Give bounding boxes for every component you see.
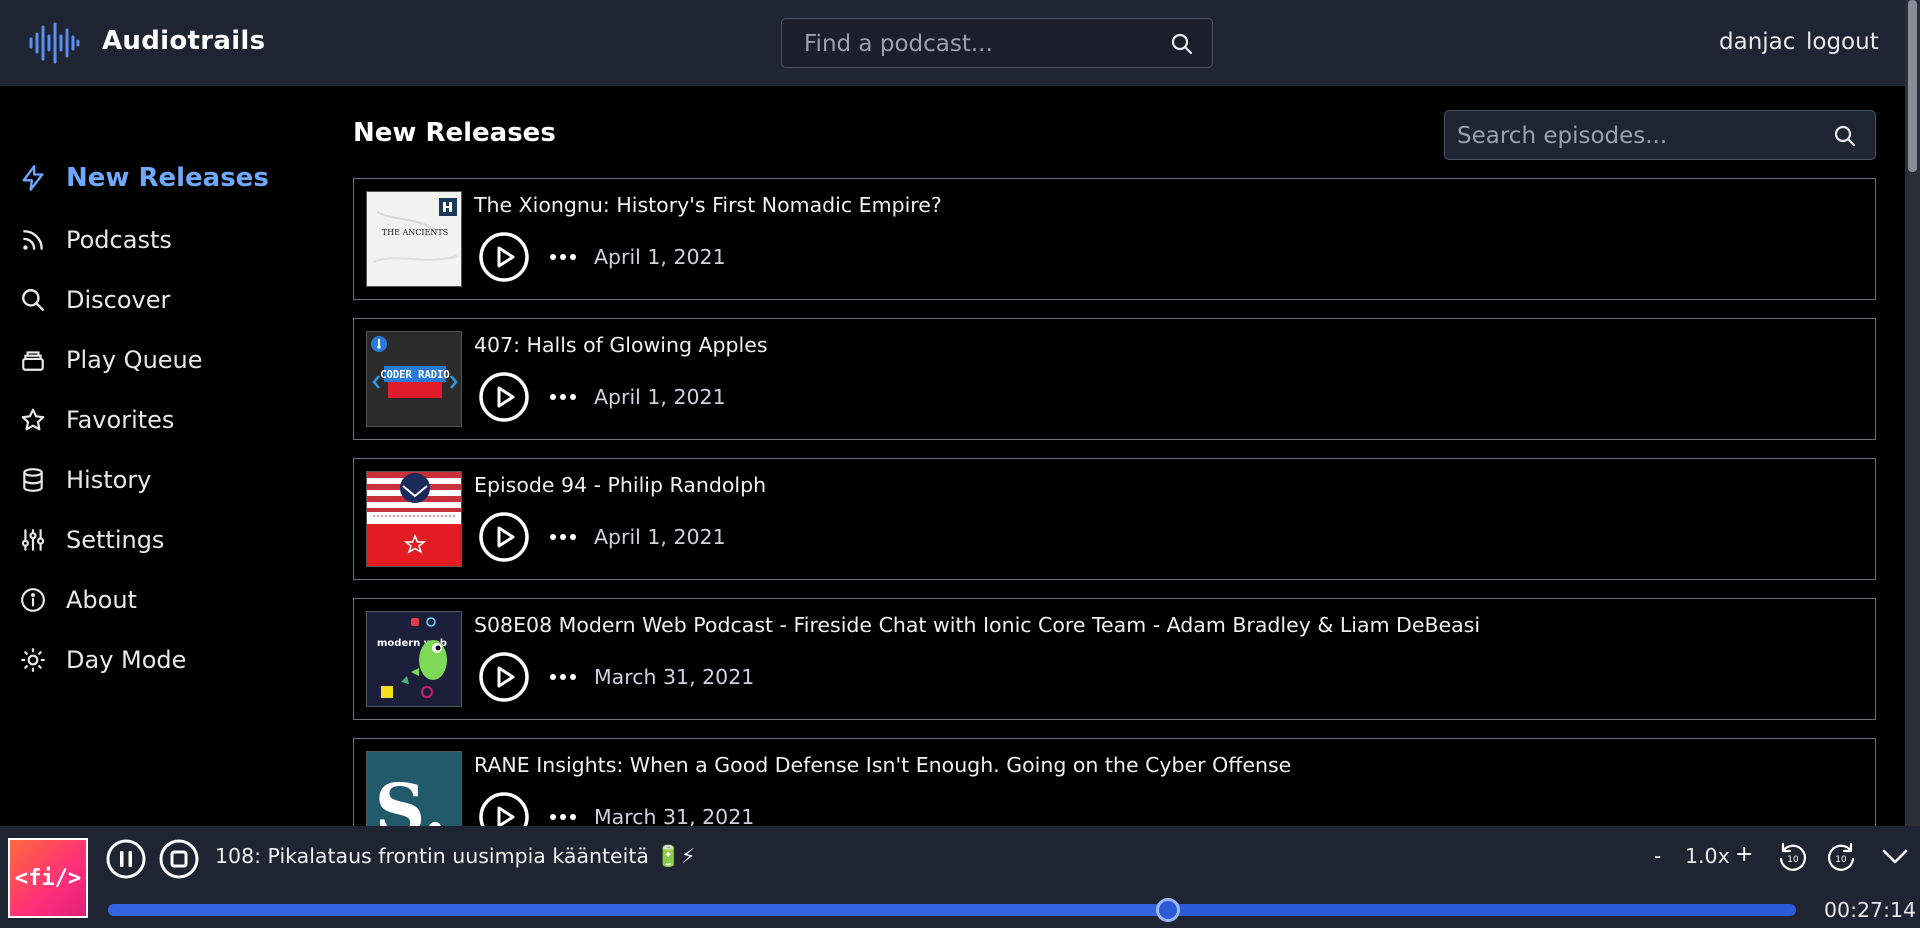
sidebar-item-label: Settings	[66, 526, 165, 554]
lightning-icon	[18, 163, 48, 193]
sidebar-item-new-releases[interactable]: New Releases	[18, 158, 269, 198]
art-text: S.	[375, 768, 447, 826]
episode-card[interactable]: modern web S08E08 Modern Web Podcast - F…	[353, 598, 1876, 720]
podcast-search-input[interactable]	[804, 29, 1164, 59]
sidebar-item-play-queue[interactable]: Play Queue	[18, 340, 203, 380]
episode-date: March 31, 2021	[594, 805, 755, 826]
user-name-link[interactable]: danjac	[1719, 29, 1795, 55]
sidebar-item-label: Play Queue	[66, 346, 203, 374]
episode-card[interactable]: CODER RADIO 407: Halls of Glowing Apples…	[353, 318, 1876, 440]
art-text: CODER RADIO	[380, 369, 450, 381]
sidebar-item-history[interactable]: History	[18, 460, 151, 500]
progress-handle[interactable]	[1156, 898, 1181, 922]
sidebar-item-label: About	[66, 586, 137, 614]
sidebar-item-about[interactable]: About	[18, 580, 137, 620]
art-text: THE ANCIENTS	[382, 228, 448, 237]
sidebar-item-label: Day Mode	[66, 646, 187, 674]
now-playing-title[interactable]: 108: Pikalataus frontin uusimpia kääntei…	[215, 844, 695, 869]
episode-card[interactable]: S. RANE Insights: When a Good Defense Is…	[353, 738, 1876, 826]
search-icon	[18, 285, 48, 315]
speed-increase-button[interactable]: +	[1735, 842, 1753, 867]
play-button[interactable]	[478, 511, 530, 563]
podcast-search-box[interactable]	[781, 18, 1213, 68]
episode-date: April 1, 2021	[594, 245, 726, 269]
stop-button[interactable]	[158, 838, 200, 880]
episode-title[interactable]: The Xiongnu: History's First Nomadic Emp…	[474, 193, 942, 217]
sidebar-item-favorites[interactable]: Favorites	[18, 400, 174, 440]
info-icon	[18, 585, 48, 615]
sidebar-item-label: Podcasts	[66, 226, 172, 254]
play-button[interactable]	[478, 231, 530, 283]
more-options-icon[interactable]	[548, 805, 578, 826]
forward-label: 10	[1835, 855, 1847, 865]
sidebar-item-day-mode[interactable]: Day Mode	[18, 640, 186, 680]
sidebar-item-settings[interactable]: Settings	[18, 520, 164, 560]
episode-title[interactable]: RANE Insights: When a Good Defense Isn't…	[474, 753, 1291, 777]
episode-date: April 1, 2021	[594, 385, 726, 409]
app-title[interactable]: Audiotrails	[102, 26, 265, 56]
episode-card[interactable]: THE ANCIENTS The Xiongnu: History's Firs…	[353, 178, 1876, 300]
pause-button[interactable]	[105, 838, 147, 880]
page-title: New Releases	[353, 118, 556, 148]
sidebar-item-label: Favorites	[66, 406, 175, 434]
player-art-text: <fi/>	[14, 865, 82, 891]
episode-title[interactable]: 407: Halls of Glowing Apples	[474, 333, 768, 357]
modern-web-art[interactable]: modern web	[366, 611, 462, 707]
progress-bar[interactable]	[108, 898, 1796, 922]
soundwave-logo-icon[interactable]	[28, 22, 80, 64]
player-cover-art[interactable]: <fi/>	[8, 838, 88, 918]
more-options-icon[interactable]	[548, 525, 578, 549]
play-button[interactable]	[478, 651, 530, 703]
scrollbar-thumb[interactable]	[1908, 0, 1917, 172]
search-icon[interactable]	[1833, 124, 1857, 148]
play-button[interactable]	[478, 371, 530, 423]
sidebar: New Releases Podcasts Discover Play Queu…	[0, 86, 340, 826]
stack-icon	[18, 345, 48, 375]
episode-date: April 1, 2021	[594, 525, 726, 549]
episode-date: March 31, 2021	[594, 665, 755, 689]
page-scrollbar[interactable]	[1905, 0, 1920, 826]
chevron-down-icon[interactable]	[1880, 844, 1910, 868]
episode-list: THE ANCIENTS The Xiongnu: History's Firs…	[353, 178, 1876, 826]
database-icon	[18, 465, 48, 495]
top-bar: Audiotrails danjac logout	[0, 0, 1905, 86]
progress-fill	[108, 904, 1169, 916]
episode-search-input[interactable]	[1457, 121, 1817, 151]
rss-icon	[18, 225, 48, 255]
rewind-10-icon[interactable]: 10	[1776, 840, 1810, 874]
stratfor-art[interactable]: S.	[366, 751, 462, 826]
audio-player: <fi/> 108: Pikalataus frontin uusimpia k…	[0, 826, 1920, 928]
sidebar-item-label: History	[66, 466, 152, 494]
sidebar-item-label: Discover	[66, 286, 171, 314]
episode-title[interactable]: Episode 94 - Philip Randolph	[474, 473, 766, 497]
logout-link[interactable]: logout	[1806, 29, 1879, 55]
playback-speed: 1.0x	[1685, 844, 1730, 868]
sliders-icon	[18, 525, 48, 555]
sun-icon	[18, 645, 48, 675]
star-icon	[18, 405, 48, 435]
episode-card[interactable]: Episode 94 - Philip Randolph April 1, 20…	[353, 458, 1876, 580]
more-options-icon[interactable]	[548, 385, 578, 409]
coder-radio-art[interactable]: CODER RADIO	[366, 331, 462, 427]
sidebar-item-discover[interactable]: Discover	[18, 280, 170, 320]
the-ancients-art[interactable]: THE ANCIENTS	[366, 191, 462, 287]
rewind-label: 10	[1787, 855, 1799, 865]
history-cold-war-art[interactable]	[366, 471, 462, 567]
forward-10-icon[interactable]: 10	[1824, 840, 1858, 874]
sidebar-item-podcasts[interactable]: Podcasts	[18, 220, 172, 260]
elapsed-time: 00:27:14	[1824, 898, 1917, 922]
play-button[interactable]	[478, 791, 530, 826]
more-options-icon[interactable]	[548, 665, 578, 689]
episode-search-box[interactable]	[1444, 110, 1876, 160]
more-options-icon[interactable]	[548, 245, 578, 269]
sidebar-item-label: New Releases	[66, 163, 269, 193]
search-icon[interactable]	[1170, 32, 1194, 56]
speed-decrease-button[interactable]: -	[1654, 844, 1661, 868]
episode-title[interactable]: S08E08 Modern Web Podcast - Fireside Cha…	[474, 613, 1480, 637]
